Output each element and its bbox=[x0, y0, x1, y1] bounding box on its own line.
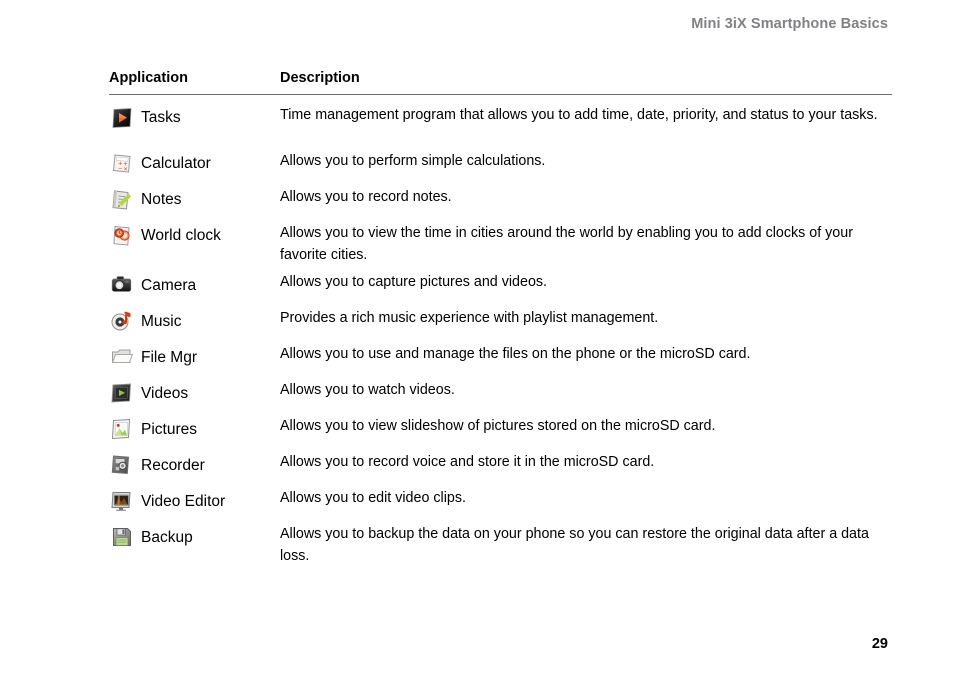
application-name: Notes bbox=[141, 191, 182, 209]
application-name: Backup bbox=[141, 528, 193, 546]
description-cell: Allows you to backup the data on your ph… bbox=[280, 526, 869, 565]
applications-table: Application Description Tasks Time manag… bbox=[109, 70, 892, 568]
table-row: Pictures Allows you to view slideshow of… bbox=[109, 410, 892, 446]
backup-icon bbox=[109, 524, 135, 550]
application-cell: World clock bbox=[109, 217, 280, 249]
table-row: Camera Allows you to capture pictures an… bbox=[109, 266, 892, 302]
table-row: + + − × Calculator Allows you to perform… bbox=[109, 145, 892, 181]
svg-text:×: × bbox=[123, 167, 128, 173]
description-cell: Allows you to record voice and store it … bbox=[280, 454, 655, 471]
column-header-description: Description bbox=[280, 70, 360, 86]
music-icon bbox=[109, 308, 135, 334]
description-cell: Provides a rich music experience with pl… bbox=[280, 310, 659, 327]
application-cell: Camera bbox=[109, 266, 280, 298]
table-row: Video Editor Allows you to edit video cl… bbox=[109, 482, 892, 518]
application-name: Tasks bbox=[141, 109, 181, 127]
application-cell: Notes bbox=[109, 181, 280, 213]
recorder-icon bbox=[109, 452, 135, 478]
description-cell: Allows you to view the time in cities ar… bbox=[280, 225, 853, 264]
application-name: Recorder bbox=[141, 456, 205, 474]
description-cell: Allows you to edit video clips. bbox=[280, 490, 466, 507]
application-name: Camera bbox=[141, 276, 197, 294]
description-cell: Allows you to use and manage the files o… bbox=[280, 346, 751, 363]
tasks-icon bbox=[109, 105, 135, 131]
application-name: Pictures bbox=[141, 420, 197, 438]
table-row: Notes Allows you to record notes. bbox=[109, 181, 892, 217]
calculator-icon: + + − × bbox=[109, 151, 135, 177]
table-row: Music Provides a rich music experience w… bbox=[109, 302, 892, 338]
application-cell: Tasks bbox=[109, 99, 280, 131]
table-row: File Mgr Allows you to use and manage th… bbox=[109, 338, 892, 374]
column-header-application: Application bbox=[109, 70, 188, 86]
table-row: World clock Allows you to view the time … bbox=[109, 217, 892, 266]
application-cell: Video Editor bbox=[109, 482, 280, 514]
application-cell: Recorder bbox=[109, 446, 280, 478]
table-body: Tasks Time management program that allow… bbox=[109, 95, 892, 568]
description-cell: Allows you to record notes. bbox=[280, 189, 452, 205]
description-cell: Allows you to perform simple calculation… bbox=[280, 153, 546, 169]
application-cell: Backup bbox=[109, 518, 280, 550]
application-cell: + + − × Calculator bbox=[109, 145, 280, 177]
application-cell: Videos bbox=[109, 374, 280, 406]
description-cell: Time management program that allows you … bbox=[280, 107, 878, 123]
page-number: 29 bbox=[871, 636, 888, 652]
description-cell: Allows you to view slideshow of pictures… bbox=[280, 418, 716, 435]
application-name: Calculator bbox=[141, 155, 211, 173]
video-editor-icon bbox=[109, 488, 135, 514]
camera-icon bbox=[109, 272, 135, 298]
world-clock-icon bbox=[109, 223, 135, 249]
table-row: Recorder Allows you to record voice and … bbox=[109, 446, 892, 482]
application-cell: Music bbox=[109, 302, 280, 334]
running-header-title: Mini 3iX Smartphone Basics bbox=[691, 16, 888, 32]
table-row: Backup Allows you to backup the data on … bbox=[109, 518, 892, 567]
file-manager-icon bbox=[109, 344, 135, 370]
application-name: Videos bbox=[141, 384, 189, 402]
application-name: Video Editor bbox=[141, 492, 226, 510]
table-row: Videos Allows you to watch videos. bbox=[109, 374, 892, 410]
application-name: File Mgr bbox=[141, 348, 197, 366]
application-cell: File Mgr bbox=[109, 338, 280, 370]
notes-icon bbox=[109, 187, 135, 213]
videos-icon bbox=[109, 380, 135, 406]
description-cell: Allows you to capture pictures and video… bbox=[280, 274, 548, 291]
application-cell: Pictures bbox=[109, 410, 280, 442]
table-header-row: Application Description bbox=[109, 70, 892, 95]
application-name: World clock bbox=[141, 227, 221, 245]
pictures-icon bbox=[109, 416, 135, 442]
application-name: Music bbox=[141, 312, 182, 330]
table-row: Tasks Time management program that allow… bbox=[109, 99, 892, 145]
description-cell: Allows you to watch videos. bbox=[280, 382, 455, 399]
